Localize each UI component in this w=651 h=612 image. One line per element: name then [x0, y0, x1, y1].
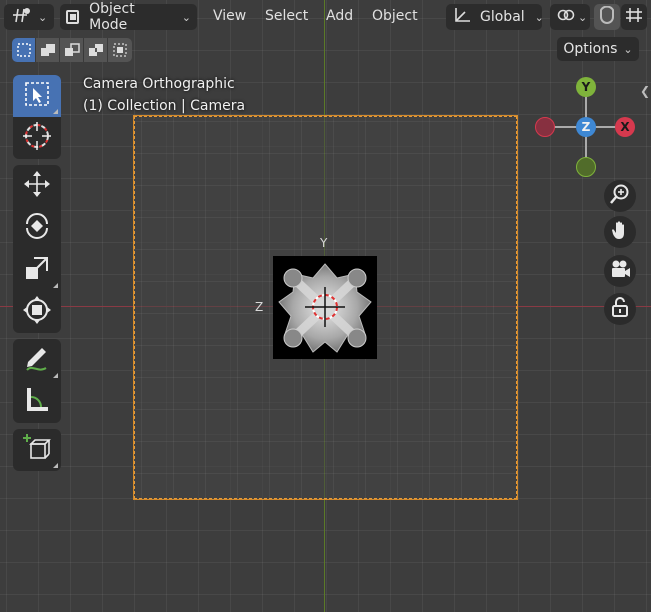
axis-label-z: Z	[255, 300, 264, 314]
select-box-tool[interactable]	[13, 75, 61, 117]
view-name: Camera Orthographic	[83, 76, 235, 92]
gizmo-neg-y-ball[interactable]	[576, 157, 596, 177]
expand-corner-icon	[53, 283, 58, 288]
scale-tool[interactable]	[13, 249, 61, 291]
zoom-icon	[609, 183, 631, 209]
rotate-icon	[22, 211, 52, 245]
collection-info: (1) Collection | Camera	[83, 98, 246, 114]
lock-view-button[interactable]	[604, 293, 636, 325]
menu-object[interactable]: Object	[372, 8, 418, 24]
cursor-icon	[22, 121, 52, 155]
expand-corner-icon	[53, 109, 58, 114]
orientation-label: Global	[480, 9, 525, 25]
select-difference-icon[interactable]	[84, 38, 108, 62]
editor-type-button[interactable]: ⌄	[4, 4, 54, 30]
camera-view-button[interactable]	[604, 255, 636, 287]
measure-icon	[22, 385, 52, 419]
mode-dropdown[interactable]: Object Mode ⌄	[60, 1, 197, 33]
add-cube-tool[interactable]	[13, 429, 61, 471]
move-tool[interactable]	[13, 165, 61, 207]
transform-icon	[22, 295, 52, 329]
options-dropdown[interactable]: Options ⌄	[557, 37, 639, 61]
snap-target-button[interactable]	[621, 4, 647, 30]
gizmo-y-ball[interactable]: Y	[576, 77, 596, 97]
snap-toggle[interactable]	[594, 4, 620, 30]
camera-icon	[609, 258, 631, 284]
snap-grid-icon	[624, 6, 644, 28]
select-intersect-icon[interactable]	[108, 38, 132, 62]
transform-icon	[10, 6, 32, 28]
pan-hand-icon	[609, 219, 631, 245]
menu-add[interactable]: Add	[326, 8, 353, 24]
annotate-icon	[22, 343, 52, 377]
rotate-tool[interactable]	[13, 207, 61, 249]
viewport-header: ⌄ Object Mode ⌄ View Select Add Object G…	[0, 0, 651, 34]
menu-view[interactable]: View	[213, 8, 246, 24]
lock-icon	[609, 296, 631, 322]
gizmo-x-ball[interactable]: X	[615, 117, 635, 137]
chevron-down-icon: ⌄	[181, 10, 191, 24]
link-icon	[556, 6, 576, 28]
transform-tool[interactable]	[13, 291, 61, 333]
select-mode-buttons	[12, 38, 132, 62]
chevron-down-icon: ⌄	[578, 10, 588, 24]
options-label: Options	[563, 41, 618, 57]
zoom-button[interactable]	[604, 180, 636, 212]
menu-select[interactable]: Select	[265, 8, 308, 24]
select-subtract-icon[interactable]	[60, 38, 84, 62]
pan-button[interactable]	[604, 216, 636, 248]
cursor-tool[interactable]	[13, 117, 61, 159]
annotate-tool[interactable]	[13, 339, 61, 381]
tool-group-annotate	[13, 339, 61, 423]
expand-corner-icon	[53, 373, 58, 378]
add-cube-icon	[21, 432, 53, 468]
object-mode-icon	[66, 10, 80, 24]
tool-shelf	[13, 75, 61, 477]
gizmo-neg-x-ball[interactable]	[535, 117, 555, 137]
orientation-dropdown[interactable]: Global ⌄	[446, 4, 544, 30]
chevron-down-icon: ⌄	[623, 42, 633, 56]
orientation-icon	[452, 6, 472, 28]
object-render[interactable]	[273, 256, 377, 359]
expand-corner-icon	[53, 463, 58, 468]
gizmo-z-ball[interactable]: Z	[576, 117, 596, 137]
select-box-icon	[24, 81, 50, 111]
chevron-down-icon: ⌄	[38, 10, 48, 24]
axis-label-y: Y	[320, 236, 328, 250]
scale-icon	[22, 253, 52, 287]
select-new-icon[interactable]	[12, 38, 36, 62]
chevron-left-icon[interactable]: ❮	[640, 84, 650, 98]
pivot-dropdown[interactable]: ⌄	[550, 4, 590, 30]
mode-label: Object Mode	[89, 1, 135, 33]
tool-group-transform	[13, 165, 61, 333]
magnet-icon	[597, 5, 617, 28]
select-extend-icon[interactable]	[36, 38, 60, 62]
tool-group-select	[13, 75, 61, 159]
tool-group-add	[13, 429, 61, 471]
move-icon	[22, 169, 52, 203]
chevron-down-icon: ⌄	[534, 10, 544, 24]
measure-tool[interactable]	[13, 381, 61, 423]
